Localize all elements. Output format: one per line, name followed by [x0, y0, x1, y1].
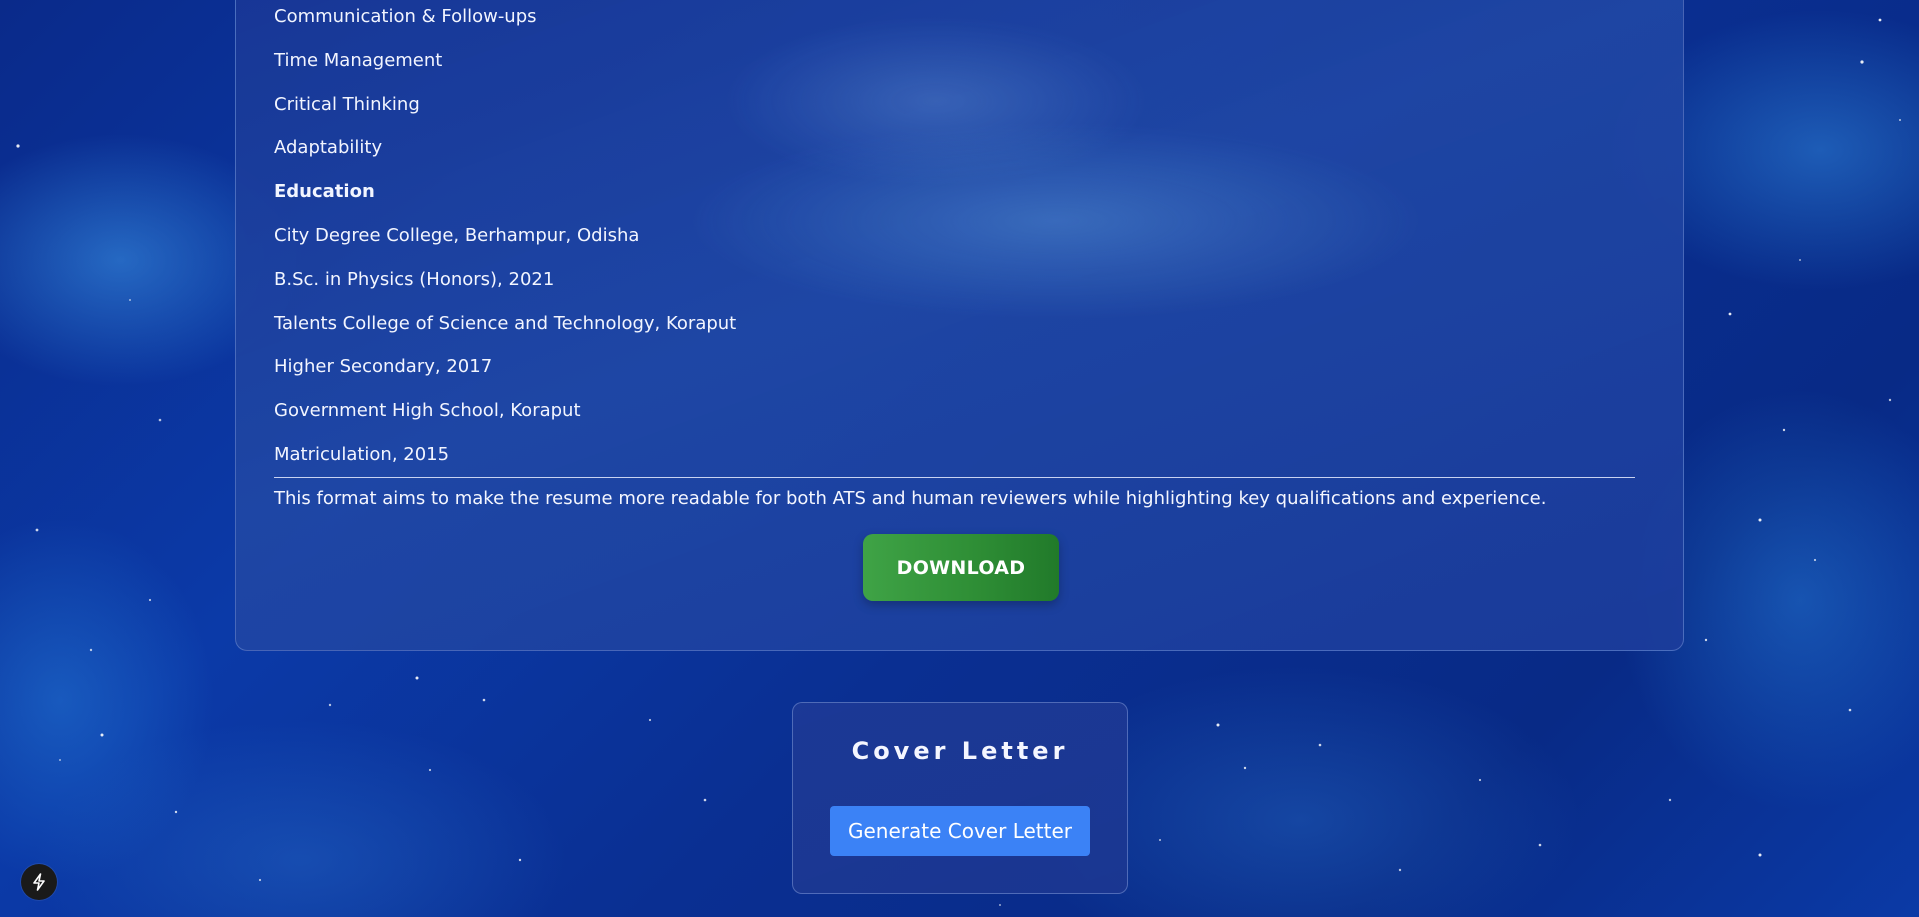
resume-preview-panel: Communication & Follow-ups Time Managemen…: [235, 0, 1684, 651]
section-heading: Education: [274, 181, 375, 203]
resume-line: Government High School, Koraput: [274, 400, 581, 422]
resume-line: Time Management: [274, 49, 443, 71]
download-button[interactable]: DOWNLOAD: [863, 534, 1059, 601]
resume-line: B.Sc. in Physics (Honors), 2021: [274, 268, 555, 290]
lightning-bolt-icon: [33, 873, 45, 891]
resume-line: Communication & Follow-ups: [274, 6, 537, 27]
cover-letter-panel: Cover Letter Generate Cover Letter: [792, 702, 1128, 894]
dev-tools-button[interactable]: [21, 864, 57, 900]
resume-format-note: This format aims to make the resume more…: [274, 488, 1547, 509]
resume-line: Talents College of Science and Technolog…: [274, 312, 737, 334]
divider: [274, 477, 1635, 478]
resume-content: Communication & Follow-ups Time Managemen…: [274, 1, 1634, 483]
resume-line: City Degree College, Berhampur, Odisha: [274, 224, 640, 246]
cover-letter-title: Cover Letter: [851, 737, 1069, 765]
resume-line: Higher Secondary, 2017: [274, 356, 493, 378]
resume-line: Critical Thinking: [274, 93, 420, 115]
resume-line: Adaptability: [274, 137, 383, 159]
generate-cover-letter-button[interactable]: Generate Cover Letter: [830, 806, 1090, 856]
